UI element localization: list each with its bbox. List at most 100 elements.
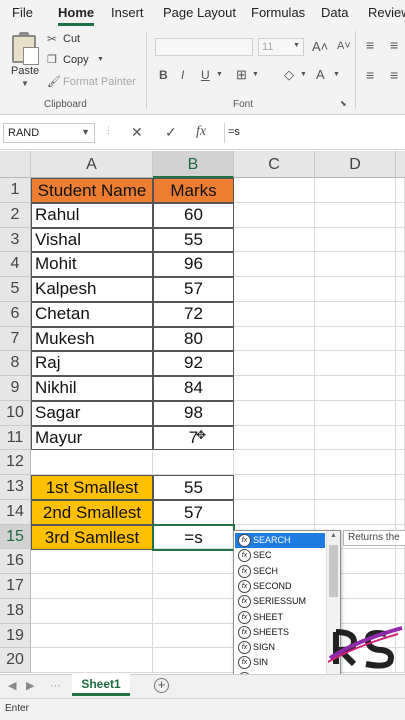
row-header-9[interactable]: 9 (0, 376, 31, 401)
grid-cell[interactable] (315, 499, 396, 525)
row-header-5[interactable]: 5 (0, 277, 31, 302)
student-marks-cell[interactable]: 92 (153, 351, 234, 376)
grid-cell[interactable] (315, 252, 396, 277)
align-middle-icon[interactable]: ≡ (390, 37, 398, 53)
grid-cell[interactable] (396, 598, 405, 624)
align-left-icon[interactable]: ≡ (366, 67, 374, 83)
grid-cell[interactable] (234, 475, 315, 500)
grid-cell[interactable] (153, 549, 234, 574)
scrollbar-thumb[interactable] (329, 545, 338, 597)
grid-cell[interactable] (31, 598, 153, 624)
tab-data[interactable]: Data (321, 5, 348, 20)
column-header-c[interactable]: C (234, 151, 315, 178)
grid-cell[interactable] (396, 400, 405, 426)
row-header-3[interactable]: 3 (0, 227, 31, 253)
cell-b14[interactable]: 57 (153, 500, 234, 525)
student-name-cell[interactable]: Mayur (31, 425, 153, 451)
add-sheet-button[interactable]: + (154, 678, 169, 693)
cell-a14[interactable]: 2nd Smallest (31, 500, 153, 525)
row-header-20[interactable]: 20 (0, 648, 31, 673)
grid-cell[interactable] (315, 326, 396, 352)
grid-cell[interactable] (234, 425, 315, 451)
grid-cell[interactable] (396, 227, 405, 253)
name-box[interactable]: RAND ▼ (3, 123, 95, 143)
autocomplete-item[interactable]: fx SEARCH (235, 533, 325, 548)
grid-cell[interactable] (153, 574, 234, 599)
grid-cell[interactable] (31, 450, 153, 475)
grid-cell[interactable] (31, 623, 153, 649)
student-name-cell[interactable]: Sagar (31, 400, 153, 426)
column-header-d[interactable]: D (315, 151, 396, 178)
cut-button[interactable]: Cut (63, 33, 80, 45)
student-name-cell[interactable]: Mukesh (31, 326, 153, 352)
grid-cell[interactable] (31, 648, 153, 673)
row-header-14[interactable]: 14 (0, 499, 31, 525)
grid-cell[interactable] (396, 549, 405, 574)
row-header-7[interactable]: 7 (0, 326, 31, 352)
paste-icon[interactable] (12, 32, 39, 65)
grid-cell[interactable] (315, 227, 396, 253)
grid-cell[interactable] (234, 252, 315, 277)
autocomplete-item[interactable]: fx SECH (235, 564, 325, 579)
grid-cell[interactable] (396, 376, 405, 401)
autocomplete-item[interactable]: fx SHEET (235, 610, 325, 625)
autocomplete-item[interactable]: fx SIGN (235, 640, 325, 655)
grid-cell[interactable] (234, 450, 315, 475)
grid-cell[interactable] (315, 277, 396, 302)
student-name-cell[interactable]: Vishal (31, 227, 153, 253)
bold-icon[interactable]: B (159, 68, 168, 82)
student-name-cell[interactable]: Kalpesh (31, 277, 153, 302)
borders-icon[interactable]: ⊞ (236, 67, 247, 83)
cell-b1[interactable]: Marks (153, 178, 234, 203)
grid-cell[interactable] (315, 178, 396, 203)
formula-input[interactable]: =s (224, 123, 405, 143)
grid-cell[interactable] (153, 598, 234, 624)
row-header-4[interactable]: 4 (0, 252, 31, 277)
chevron-down-icon[interactable]: ▼ (300, 71, 307, 78)
dialog-launcher-icon[interactable]: ⬊ (340, 99, 347, 108)
tab-home[interactable]: Home (58, 5, 94, 20)
row-header-17[interactable]: 17 (0, 574, 31, 599)
student-marks-cell[interactable]: 57 (153, 277, 234, 302)
align-center-icon[interactable]: ≡ (390, 67, 398, 83)
row-header-1[interactable]: 1 (0, 178, 31, 203)
autocomplete-item[interactable]: fx SEC (235, 548, 325, 563)
student-name-cell[interactable]: Raj (31, 351, 153, 376)
row-header-11[interactable]: 11 (0, 425, 31, 451)
grid-cell[interactable] (315, 351, 396, 376)
student-marks-cell[interactable]: 96 (153, 252, 234, 277)
column-header-b[interactable]: B (153, 151, 234, 178)
student-marks-cell[interactable]: 7 (153, 425, 234, 451)
row-header-16[interactable]: 16 (0, 549, 31, 574)
grid-cell[interactable] (234, 301, 315, 327)
tab-page-layout[interactable]: Page Layout (163, 5, 236, 20)
grid-cell[interactable] (234, 326, 315, 352)
row-header-2[interactable]: 2 (0, 202, 31, 228)
grid-cell[interactable] (396, 450, 405, 475)
chevron-down-icon[interactable]: ▼ (21, 79, 29, 88)
tab-review[interactable]: Review (368, 5, 405, 20)
grid-cell[interactable] (315, 376, 396, 401)
autocomplete-item[interactable]: fx SHEETS (235, 625, 325, 640)
cell-a13[interactable]: 1st Smallest (31, 475, 153, 500)
row-header-19[interactable]: 19 (0, 623, 31, 649)
paste-button-label[interactable]: Paste (11, 65, 39, 77)
autocomplete-item[interactable]: fx SECOND (235, 579, 325, 594)
grid-cell[interactable] (315, 425, 396, 451)
row-header-6[interactable]: 6 (0, 301, 31, 327)
grid-cell[interactable] (396, 326, 405, 352)
grid-cell[interactable] (396, 202, 405, 228)
grid-cell[interactable] (315, 475, 396, 500)
grid-cell[interactable] (315, 450, 396, 475)
chevron-down-icon[interactable]: ▼ (252, 71, 259, 78)
prev-sheet-icon[interactable]: ◀ (8, 679, 16, 692)
more-sheets-icon[interactable]: ⋯ (50, 679, 61, 692)
student-marks-cell[interactable]: 60 (153, 202, 234, 228)
chevron-down-icon[interactable]: ▼ (97, 56, 104, 63)
grid-cell[interactable] (396, 351, 405, 376)
grid-cell[interactable] (31, 549, 153, 574)
grid-cell[interactable] (153, 450, 234, 475)
cancel-formula-button[interactable]: ✕ (131, 124, 143, 141)
student-marks-cell[interactable]: 84 (153, 376, 234, 401)
grid-cell[interactable] (396, 499, 405, 525)
